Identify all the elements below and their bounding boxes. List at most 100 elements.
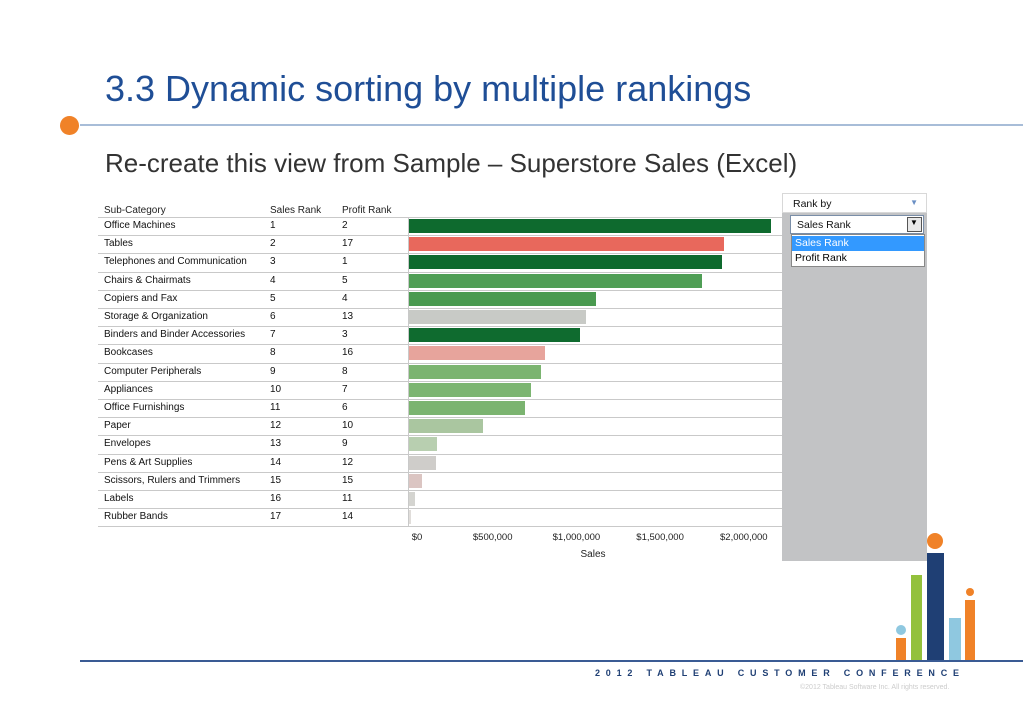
- sales-bar[interactable]: [409, 419, 483, 434]
- sales-bar[interactable]: [409, 510, 411, 525]
- sub-category-label: Office Machines: [104, 220, 176, 231]
- sub-category-label: Rubber Bands: [104, 511, 168, 523]
- sales-bar[interactable]: [409, 492, 415, 506]
- slide-subtitle: Re-create this view from Sample – Supers…: [105, 148, 798, 178]
- sales-bar[interactable]: [409, 237, 724, 252]
- row-divider: [98, 526, 783, 528]
- profit-rank-value: 4: [342, 292, 348, 304]
- sales-bar[interactable]: [409, 364, 542, 379]
- sales-rank-value: 15: [270, 474, 282, 486]
- sub-category-label: Paper: [104, 420, 131, 432]
- rank-by-selected-value: Sales Rank: [797, 219, 851, 231]
- x-tick-label: $1,500,000: [636, 532, 684, 544]
- logo-lightblue-dot: [896, 625, 906, 635]
- sub-category-label: Appliances: [104, 383, 153, 395]
- sales-bar[interactable]: [409, 219, 771, 233]
- sales-rank-value: 8: [270, 347, 276, 359]
- profit-rank-value: 14: [342, 511, 354, 523]
- option-sales-rank[interactable]: Sales Rank: [792, 236, 924, 251]
- sales-bar[interactable]: [409, 346, 545, 361]
- sub-category-label: Tables: [104, 238, 133, 250]
- row-divider: [98, 453, 783, 455]
- sales-bar[interactable]: [409, 255, 723, 270]
- sub-category-label: Storage & Organization: [104, 311, 208, 322]
- row-divider: [98, 508, 783, 510]
- profit-rank-value: 5: [342, 274, 348, 286]
- slide-title: 3.3 Dynamic sorting by multiple rankings: [105, 68, 752, 109]
- logo-lightblue-bar: [949, 618, 961, 660]
- sub-category-label: Pens & Art Supplies: [104, 456, 193, 468]
- sub-category-label: Telephones and Communication: [104, 256, 247, 268]
- sales-rank-value: 7: [270, 329, 276, 341]
- sub-category-label: Envelopes: [104, 438, 151, 450]
- x-tick-label: $0: [411, 532, 423, 544]
- row-divider: [98, 271, 783, 273]
- header-profit-rank[interactable]: Profit Rank: [342, 205, 391, 216]
- row-divider: [98, 435, 783, 437]
- rank-by-title: Rank by: [793, 198, 832, 210]
- rank-by-select[interactable]: Sales Rank ▼: [790, 215, 924, 234]
- sales-rank-value: 9: [270, 365, 276, 377]
- sub-category-label: Bookcases: [104, 347, 153, 359]
- logo-green-bar: [911, 575, 922, 660]
- profit-rank-value: 17: [342, 238, 354, 250]
- x-tick-label: $1,000,000: [552, 532, 601, 544]
- sales-bar[interactable]: [409, 291, 597, 306]
- x-tick-label: $2,000,000: [720, 532, 768, 544]
- sales-bar[interactable]: [409, 473, 423, 488]
- chevron-down-icon: ▼: [910, 218, 918, 227]
- sales-bar[interactable]: [409, 401, 525, 415]
- row-divider: [98, 380, 783, 382]
- title-rule: [80, 124, 1023, 126]
- sales-rank-value: 5: [270, 292, 276, 304]
- row-divider: [98, 490, 783, 491]
- sales-bar[interactable]: [409, 437, 438, 452]
- dropdown-arrow-button[interactable]: ▼: [907, 217, 922, 232]
- sales-rank-value: 17: [270, 511, 282, 523]
- sales-bar[interactable]: [409, 455, 436, 470]
- rank-by-panel-header: Rank by ▼: [782, 193, 927, 213]
- sales-bar[interactable]: [409, 273, 702, 288]
- sales-rank-value: 13: [270, 438, 282, 450]
- sales-rank-value: 3: [270, 256, 276, 268]
- profit-rank-value: 11: [342, 493, 353, 504]
- sales-bar[interactable]: [409, 382, 532, 397]
- profit-rank-value: 2: [342, 220, 348, 231]
- x-tick-label: $500,000: [472, 532, 513, 544]
- panel-menu-caret-icon[interactable]: ▼: [910, 198, 918, 207]
- sub-category-label: Copiers and Fax: [104, 292, 178, 304]
- header-sub-category[interactable]: Sub-Category: [104, 205, 166, 216]
- sales-rank-value: 11: [270, 402, 281, 413]
- footer-rule: [80, 660, 1023, 662]
- profit-rank-value: 6: [342, 402, 348, 413]
- conference-logo-icon: [896, 533, 975, 660]
- logo-small-orange-dot: [966, 588, 974, 596]
- profit-rank-value: 7: [342, 383, 348, 395]
- sales-rank-value: 2: [270, 238, 276, 250]
- copyright-notice: ©2012 Tableau Software Inc. All rights r…: [800, 684, 950, 691]
- bar-area-left-border: [408, 217, 409, 527]
- logo-navy-bar: [927, 553, 944, 660]
- sub-category-label: Labels: [104, 493, 134, 504]
- header-sales-rank[interactable]: Sales Rank: [270, 205, 321, 216]
- sales-rank-value: 1: [270, 220, 276, 231]
- sales-bar[interactable]: [409, 310, 587, 324]
- sales-rank-value: 14: [270, 456, 282, 468]
- profit-rank-value: 12: [342, 456, 354, 468]
- ranking-view: Sub-Category Sales Rank Profit Rank Sale…: [98, 200, 783, 570]
- sub-category-label: Scissors, Rulers and Trimmers: [104, 474, 241, 486]
- logo-orange-bar: [965, 600, 975, 660]
- sales-bar[interactable]: [409, 328, 580, 343]
- profit-rank-value: 9: [342, 438, 348, 450]
- profit-rank-value: 8: [342, 365, 348, 377]
- profit-rank-value: 1: [342, 256, 348, 268]
- option-profit-rank[interactable]: Profit Rank: [792, 251, 924, 266]
- row-divider: [98, 235, 783, 237]
- logo-small-orange-bar: [896, 638, 906, 660]
- sub-category-label: Computer Peripherals: [104, 365, 202, 377]
- row-divider: [98, 344, 783, 346]
- sales-rank-value: 4: [270, 274, 276, 286]
- profit-rank-value: 16: [342, 347, 354, 359]
- sales-rank-value: 6: [270, 311, 276, 322]
- sub-category-label: Chairs & Chairmats: [104, 274, 191, 286]
